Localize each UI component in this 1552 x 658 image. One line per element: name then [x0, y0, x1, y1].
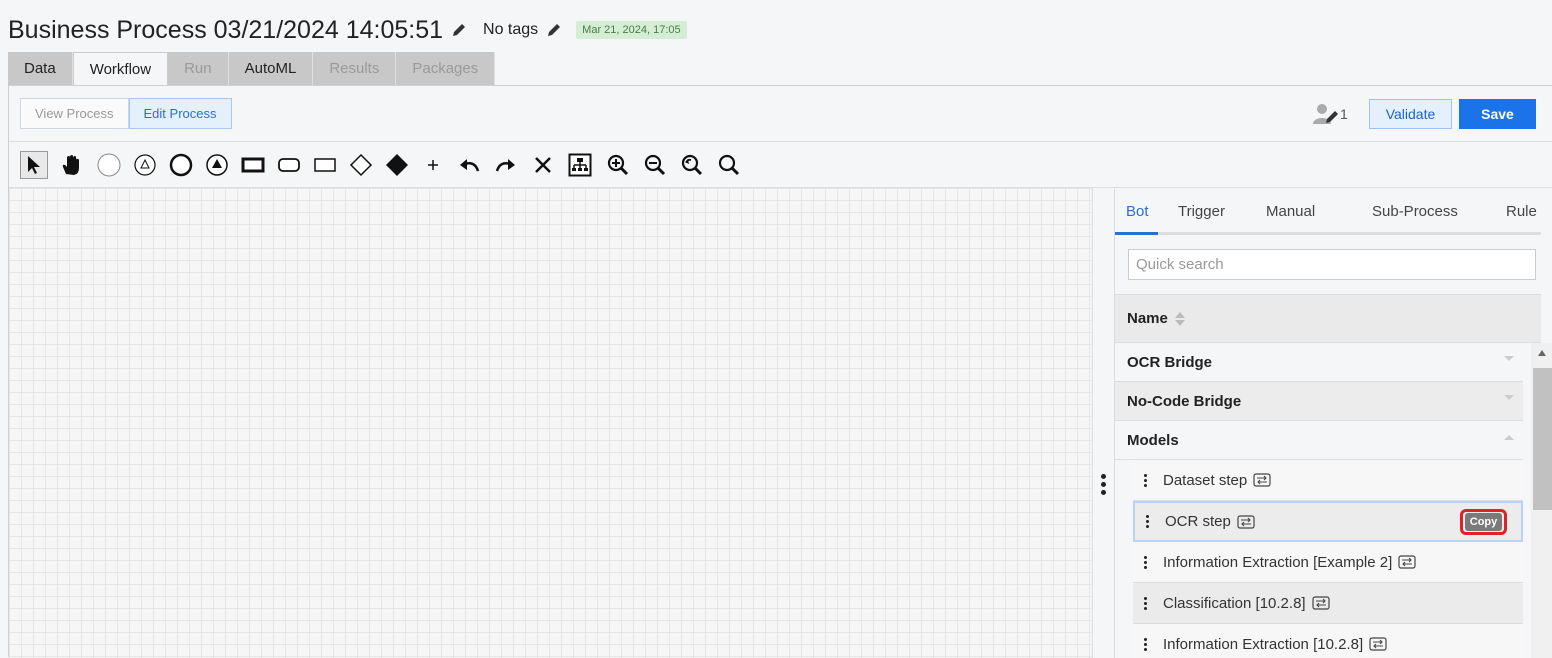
signal-event-icon[interactable]: [203, 151, 231, 179]
tab-workflow[interactable]: Workflow: [72, 52, 169, 85]
list-item[interactable]: Classification [10.2.8]: [1133, 583, 1523, 624]
pointer-icon[interactable]: [20, 151, 48, 179]
zoom-reset-icon[interactable]: [678, 151, 706, 179]
end-event-icon[interactable]: [167, 151, 195, 179]
group-models[interactable]: Models: [1115, 421, 1523, 460]
bot-list: OCR Bridge No-Code Bridge Models Dataset…: [1115, 343, 1523, 658]
edit-title-icon[interactable]: [451, 21, 469, 39]
name-column-label: Name: [1127, 310, 1168, 327]
list-item[interactable]: Information Extraction [10.2.8]: [1133, 624, 1523, 658]
hand-icon[interactable]: [57, 151, 85, 179]
list-item[interactable]: Dataset step: [1133, 460, 1523, 501]
user-edit-icon: [1313, 104, 1338, 124]
main-tabs: Data Workflow Run AutoML Results Package…: [8, 52, 496, 85]
name-column-header[interactable]: Name: [1115, 294, 1541, 343]
zoom-out-icon[interactable]: [641, 151, 669, 179]
tab-data[interactable]: Data: [8, 52, 73, 85]
kebab-menu-icon[interactable]: [1133, 637, 1157, 652]
collaborators[interactable]: 1: [1312, 103, 1348, 125]
page-header: Business Process 03/21/2024 14:05:51 No …: [8, 14, 687, 46]
diagram-toolbar: [9, 142, 1552, 188]
chevron-down-icon: [1504, 395, 1514, 400]
list-item[interactable]: OCR step Copy: [1133, 501, 1523, 542]
group-ocr-bridge[interactable]: OCR Bridge: [1115, 343, 1523, 382]
task-icon[interactable]: [239, 151, 267, 179]
intermediate-event-icon[interactable]: [131, 151, 159, 179]
sort-icon[interactable]: [1174, 310, 1186, 328]
date-badge: Mar 21, 2024, 17:05: [576, 21, 687, 39]
step-type-icon: [1311, 596, 1330, 610]
zoom-in-icon[interactable]: [604, 151, 632, 179]
kebab-menu-icon[interactable]: [1135, 514, 1159, 529]
start-event-icon[interactable]: [95, 151, 123, 179]
step-type-icon: [1369, 637, 1387, 651]
view-process-button[interactable]: View Process: [20, 98, 129, 129]
validate-button[interactable]: Validate: [1369, 99, 1452, 129]
undo-icon[interactable]: [455, 151, 483, 179]
tab-automl[interactable]: AutoML: [228, 52, 314, 85]
tags-label: No tags: [483, 21, 539, 38]
kebab-menu-icon[interactable]: [1133, 473, 1157, 488]
edit-process-button[interactable]: Edit Process: [128, 98, 232, 129]
diagram-canvas[interactable]: [9, 188, 1093, 658]
tab-packages[interactable]: Packages: [396, 52, 496, 85]
step-type-icon: [1253, 473, 1271, 487]
step-type-icon: [1398, 555, 1416, 569]
tab-rule[interactable]: Rule: [1506, 203, 1537, 220]
rounded-task-icon[interactable]: [275, 151, 303, 179]
step-type-icon: [1237, 514, 1255, 529]
kebab-menu-icon[interactable]: [1133, 555, 1157, 570]
tab-trigger[interactable]: Trigger: [1178, 203, 1225, 220]
tab-bot[interactable]: Bot: [1126, 203, 1149, 220]
tab-run[interactable]: Run: [168, 52, 229, 85]
panel-splitter[interactable]: [1093, 188, 1115, 658]
group-no-code-bridge[interactable]: No-Code Bridge: [1115, 382, 1523, 421]
save-button[interactable]: Save: [1459, 99, 1536, 129]
chevron-up-icon: [1504, 435, 1514, 440]
workflow-panel: View Process Edit Process 1 Validate Sav…: [8, 85, 1552, 658]
chevron-down-icon: [1504, 356, 1514, 361]
list-item[interactable]: Information Extraction [Example 2]: [1133, 542, 1523, 583]
auto-layout-icon[interactable]: [566, 151, 594, 179]
collaborators-count: 1: [1340, 106, 1348, 122]
active-tab-indicator: [1115, 232, 1158, 235]
zoom-fit-icon[interactable]: [715, 151, 743, 179]
tab-manual[interactable]: Manual: [1266, 203, 1315, 220]
list-scrollbar[interactable]: [1531, 343, 1552, 658]
palette-tabs: Bot Trigger Manual Sub-Process Rule: [1115, 188, 1541, 235]
drag-handle-icon[interactable]: [1101, 474, 1107, 498]
tab-sub-process[interactable]: Sub-Process: [1372, 203, 1458, 220]
mode-switch: View Process Edit Process: [20, 98, 232, 129]
workflow-topbar: View Process Edit Process 1 Validate Sav…: [9, 86, 1552, 142]
element-palette: Bot Trigger Manual Sub-Process Rule Name…: [1115, 188, 1552, 658]
quick-search-input[interactable]: [1128, 249, 1536, 280]
scroll-up-icon[interactable]: [1537, 349, 1547, 357]
redo-icon[interactable]: [492, 151, 520, 179]
kebab-menu-icon[interactable]: [1133, 596, 1157, 611]
delete-icon[interactable]: [529, 151, 557, 179]
edit-tags-icon[interactable]: [546, 21, 564, 39]
tab-results[interactable]: Results: [313, 52, 397, 85]
page-title: Business Process 03/21/2024 14:05:51: [8, 15, 444, 44]
add-icon[interactable]: [419, 151, 447, 179]
exclusive-gateway-icon[interactable]: [383, 151, 411, 179]
subprocess-icon[interactable]: [311, 151, 339, 179]
gateway-icon[interactable]: [347, 151, 375, 179]
copy-button[interactable]: Copy: [1460, 509, 1507, 535]
scroll-thumb[interactable]: [1533, 368, 1552, 510]
